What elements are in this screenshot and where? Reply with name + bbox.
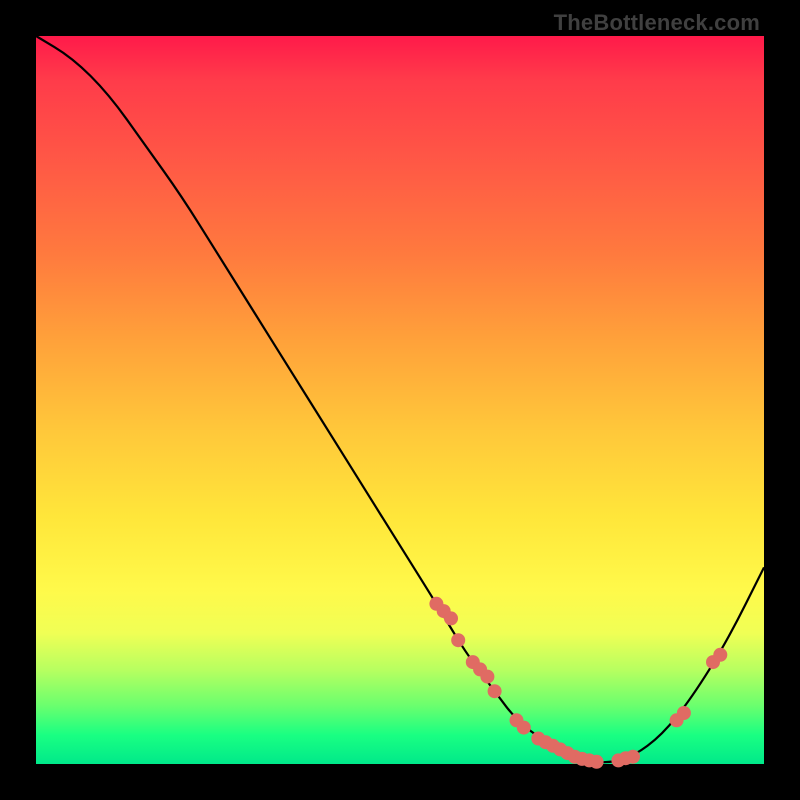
- data-marker: [517, 721, 531, 735]
- data-marker: [626, 750, 640, 764]
- data-marker: [480, 670, 494, 684]
- data-marker: [677, 706, 691, 720]
- data-marker: [451, 633, 465, 647]
- chart-svg: [36, 36, 764, 764]
- watermark-text: TheBottleneck.com: [554, 10, 760, 36]
- data-marker: [488, 684, 502, 698]
- data-marker: [590, 755, 604, 769]
- data-marker: [444, 611, 458, 625]
- data-marker: [713, 648, 727, 662]
- bottleneck-curve: [36, 36, 764, 762]
- data-markers: [429, 597, 727, 769]
- chart-frame: [36, 36, 764, 764]
